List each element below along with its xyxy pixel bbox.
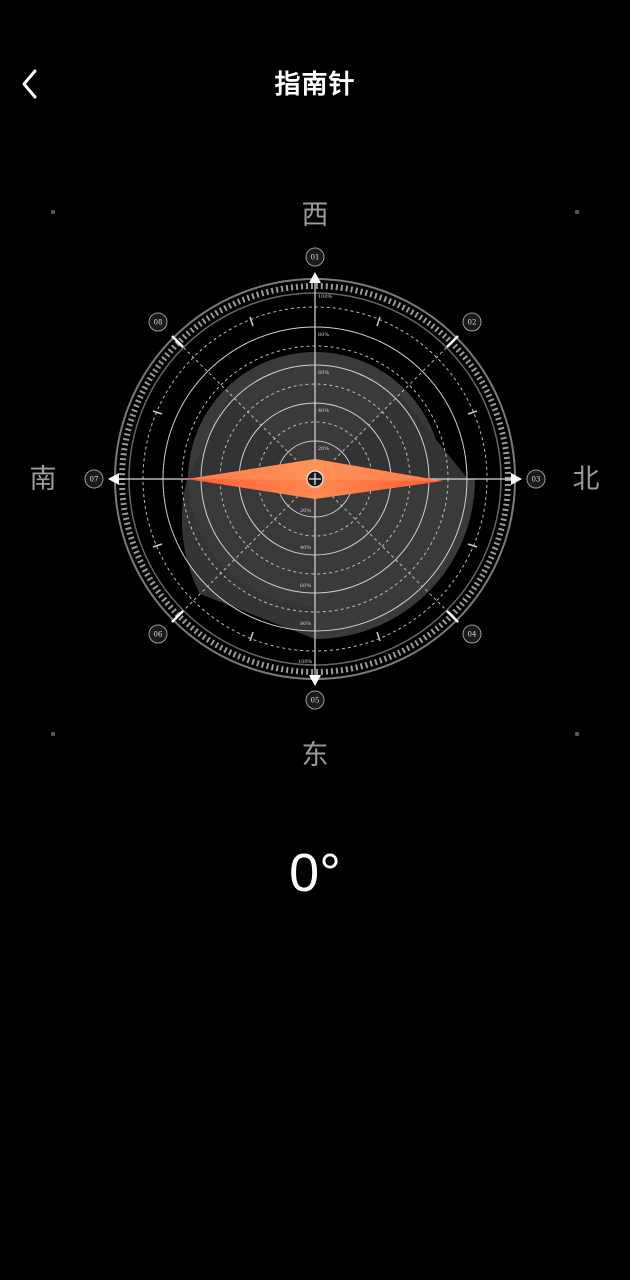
marker-04: 04 xyxy=(462,624,482,644)
svg-text:03: 03 xyxy=(532,476,541,484)
percent-label: 60% xyxy=(318,370,329,376)
svg-text:08: 08 xyxy=(154,319,163,327)
marker-06: 06 xyxy=(148,624,168,644)
percent-label: 80% xyxy=(318,332,329,338)
svg-text:06: 06 xyxy=(154,631,163,639)
marker-02: 02 xyxy=(462,312,482,332)
percent-label: 80% xyxy=(300,621,311,627)
page-title: 指南针 xyxy=(274,70,356,100)
svg-text:07: 07 xyxy=(90,476,99,484)
percent-label: 60% xyxy=(300,583,311,589)
marker-05: 05 xyxy=(305,690,325,710)
svg-text:01: 01 xyxy=(311,254,320,262)
percent-label: 100% xyxy=(298,659,313,665)
marker-07: 07 xyxy=(84,469,104,489)
heading-degree: 0° xyxy=(289,843,341,903)
top-bar: 指南针 xyxy=(0,0,630,170)
marker-03: 03 xyxy=(526,469,546,489)
svg-text:05: 05 xyxy=(311,697,320,705)
svg-text:04: 04 xyxy=(468,631,477,639)
percent-label: 20% xyxy=(318,446,329,452)
percent-label: 40% xyxy=(300,545,311,551)
percent-label: 100% xyxy=(318,294,333,300)
svg-text:02: 02 xyxy=(468,319,477,327)
compass-dial: 100% 80% 60% 40% 20% 20% 40% 60% 80% 100… xyxy=(84,247,546,710)
marker-08: 08 xyxy=(148,312,168,332)
marker-01: 01 xyxy=(305,247,325,267)
percent-label: 20% xyxy=(300,508,311,514)
percent-label: 40% xyxy=(318,408,329,414)
